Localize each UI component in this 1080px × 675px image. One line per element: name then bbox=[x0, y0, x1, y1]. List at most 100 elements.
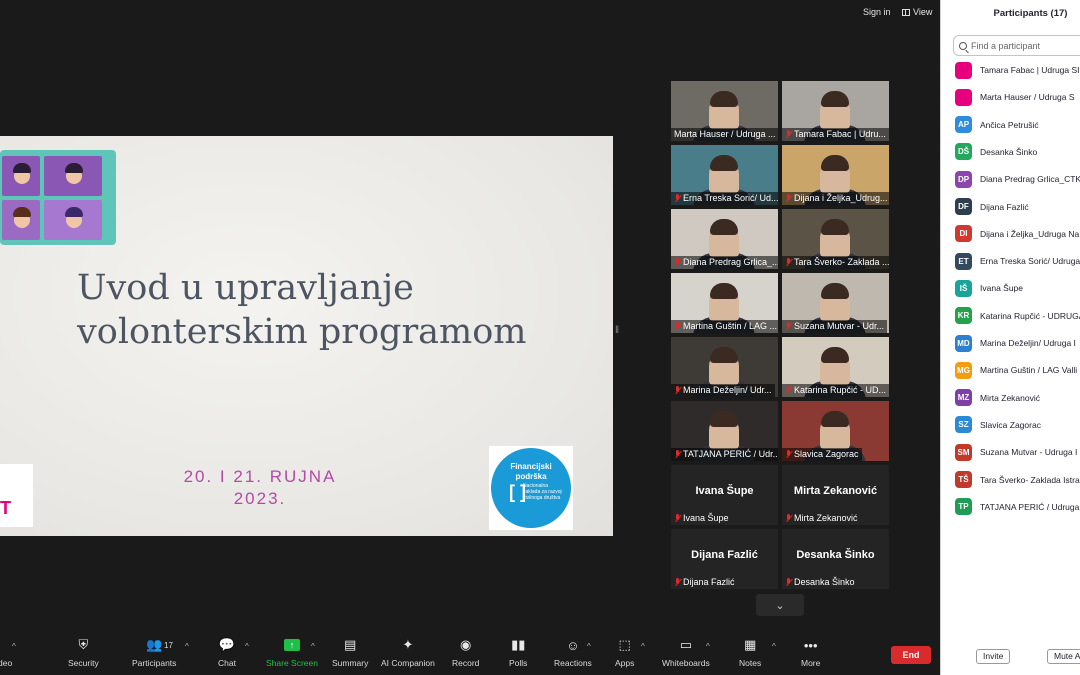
apps-caret-icon[interactable]: ^ bbox=[641, 642, 645, 651]
ai-companion-button[interactable]: ✦ AI Companion bbox=[381, 634, 435, 675]
video-tile[interactable]: Tara Šverko- Zaklada ... bbox=[782, 209, 889, 269]
camera-icon bbox=[3, 634, 7, 656]
video-tile[interactable]: Erna Treska Sorić/ Ud... bbox=[671, 145, 778, 205]
participant-row[interactable]: Marta Hauser / Udruga S bbox=[955, 88, 1074, 106]
participant-row[interactable]: ET Erna Treska Sorić/ Udruga bbox=[955, 252, 1080, 270]
participant-row[interactable]: TŠ Tara Šverko- Zaklada Istra bbox=[955, 471, 1080, 489]
participant-row[interactable]: Tamara Fabac | Udruga SI bbox=[955, 61, 1080, 79]
video-tile[interactable]: Tamara Fabac | Udru... bbox=[782, 81, 889, 141]
video-tile-label: Suzana Mutvar - Udr... bbox=[782, 320, 888, 333]
name-tile[interactable]: Desanka Šinko Desanka Šinko bbox=[782, 529, 889, 589]
view-button[interactable]: View bbox=[902, 4, 932, 20]
share-screen-button[interactable]: ↑ Share Screen bbox=[266, 634, 318, 675]
name-tile[interactable]: Dijana Fazlić Dijana Fazlić bbox=[671, 529, 778, 589]
meeting-area: Sign in View Uvod u upravljanje volonter bbox=[0, 0, 940, 675]
video-tile-label: TATJANA PERIĆ / Udr... bbox=[671, 448, 778, 461]
video-tile[interactable]: TATJANA PERIĆ / Udr... bbox=[671, 401, 778, 461]
sparkle-icon: ✦ bbox=[402, 637, 414, 652]
participant-row[interactable]: IŠ Ivana Šupe bbox=[955, 279, 1023, 297]
polls-icon: ▮▮ bbox=[511, 637, 526, 652]
participant-row[interactable]: DI Dijana i Željka_Udruga Na bbox=[955, 225, 1079, 243]
polls-label: Polls bbox=[509, 658, 528, 668]
avatar: SM bbox=[955, 443, 972, 461]
video-tile-label: Katarina Rupčić - UD... bbox=[782, 384, 889, 397]
share-caret-icon[interactable]: ^ bbox=[311, 642, 315, 651]
video-tile[interactable]: Marta Hauser / Udruga ... bbox=[671, 81, 778, 141]
reactions-caret-icon[interactable]: ^ bbox=[587, 642, 591, 651]
video-tile[interactable]: Martina Guštin / LAG ... bbox=[671, 273, 778, 333]
video-tile-label: Erna Treska Sorić/ Ud... bbox=[671, 192, 778, 205]
notes-button[interactable]: ▦ Notes bbox=[739, 634, 761, 675]
participant-head bbox=[820, 411, 850, 449]
video-button[interactable]: deo bbox=[0, 634, 12, 675]
name-tile-display-name: Dijana Fazlić bbox=[691, 549, 758, 561]
video-tile-label: Tara Šverko- Zaklada ... bbox=[782, 256, 889, 269]
participant-head bbox=[820, 347, 850, 385]
meeting-toolbar: deo ^ ⛨ Security 👥 Participants 17 ^ 💬 Chat… bbox=[0, 634, 940, 675]
video-tile[interactable]: Diana Predrag Grlica_... bbox=[671, 209, 778, 269]
participants-icon: 👥 bbox=[146, 637, 163, 652]
participant-row[interactable]: MD Marina Deželjin/ Udruga I bbox=[955, 334, 1076, 352]
participant-row[interactable]: SM Suzana Mutvar - Udruga I bbox=[955, 443, 1077, 461]
mic-muted-icon bbox=[785, 386, 792, 395]
more-button[interactable]: ••• More bbox=[801, 634, 820, 675]
video-tile[interactable]: Suzana Mutvar - Udr... bbox=[782, 273, 889, 333]
notes-caret-icon[interactable]: ^ bbox=[772, 642, 776, 651]
participant-search-input[interactable]: Find a participant bbox=[953, 35, 1080, 56]
chat-caret-icon[interactable]: ^ bbox=[245, 642, 249, 651]
apps-icon: ⬚ bbox=[618, 637, 631, 652]
summary-button[interactable]: ▤ Summary bbox=[332, 634, 368, 675]
video-tile[interactable]: Katarina Rupčić - UD... bbox=[782, 337, 889, 397]
participant-head bbox=[709, 91, 739, 129]
organizer-logo-letter: T bbox=[0, 498, 11, 518]
participant-row[interactable]: SZ Slavica Zagorac bbox=[955, 416, 1041, 434]
slide-title: Uvod u upravljanje volonterskim programo… bbox=[77, 266, 527, 354]
end-meeting-button[interactable]: End bbox=[891, 646, 931, 664]
split-handle-icon[interactable]: ‖ bbox=[615, 325, 619, 343]
video-tile-name: Martina Guštin / LAG ... bbox=[683, 321, 778, 331]
video-tile[interactable]: Slavica Zagorac bbox=[782, 401, 889, 461]
participant-row[interactable]: TP TATJANA PERIĆ / Udruga V bbox=[955, 498, 1080, 516]
video-options-caret-icon[interactable]: ^ bbox=[12, 642, 16, 651]
summary-label: Summary bbox=[332, 658, 369, 668]
invite-button[interactable]: Invite bbox=[976, 649, 1011, 664]
notes-icon: ▦ bbox=[743, 637, 757, 652]
record-icon: ◉ bbox=[460, 637, 472, 652]
participants-caret-icon[interactable]: ^ bbox=[185, 642, 189, 651]
sign-in-button[interactable]: Sign in bbox=[863, 4, 891, 20]
participant-row[interactable]: MG Martina Guštin / LAG Valli bbox=[955, 361, 1077, 379]
security-button[interactable]: ⛨ Security bbox=[68, 634, 99, 675]
participant-row[interactable]: AP Ančica Petrušić bbox=[955, 116, 1039, 134]
reactions-button[interactable]: ☺ Reactions bbox=[554, 634, 592, 675]
name-tile[interactable]: Mirta Zekanović Mirta Zekanović bbox=[782, 465, 889, 525]
chat-button[interactable]: 💬 Chat bbox=[218, 634, 236, 675]
chevron-down-icon[interactable]: ⌄ bbox=[756, 594, 804, 616]
participant-name: Tara Šverko- Zaklada Istra bbox=[980, 474, 1080, 485]
mute-all-button[interactable]: Mute A bbox=[1047, 649, 1080, 664]
apps-button[interactable]: ⬚ Apps bbox=[615, 634, 634, 675]
participant-head bbox=[709, 283, 739, 321]
mic-muted-icon bbox=[674, 322, 681, 331]
participant-name: Marta Hauser / Udruga S bbox=[980, 92, 1075, 103]
polls-button[interactable]: ▮▮ Polls bbox=[509, 634, 527, 675]
more-dots-icon: ••• bbox=[803, 637, 818, 653]
participant-name: Erna Treska Sorić/ Udruga bbox=[980, 256, 1080, 267]
record-button[interactable]: ◉ Record bbox=[452, 634, 479, 675]
video-tile-name: Suzana Mutvar - Udr... bbox=[794, 321, 885, 331]
video-tile-name: Mirta Zekanović bbox=[794, 513, 858, 523]
search-icon bbox=[959, 41, 967, 50]
video-tile[interactable]: Marina Deželjin/ Udr... bbox=[671, 337, 778, 397]
avatar: SZ bbox=[955, 416, 972, 434]
participant-row[interactable]: DP Diana Predrag Grlica_CTK bbox=[955, 170, 1080, 188]
participant-row[interactable]: DF Dijana Fazlić bbox=[955, 198, 1029, 216]
whiteboards-caret-icon[interactable]: ^ bbox=[706, 642, 710, 651]
slide-title-line-2: volonterskim programom bbox=[77, 312, 527, 352]
participant-row[interactable]: DŠ Desanka Šinko bbox=[955, 143, 1037, 161]
chat-icon: 💬 bbox=[218, 637, 236, 652]
participant-row[interactable]: MZ Mirta Zekanović bbox=[955, 389, 1040, 407]
participant-row[interactable]: KR Katarina Rupčić - UDRUGA bbox=[955, 307, 1080, 325]
name-tile[interactable]: Ivana Šupe Ivana Šupe bbox=[671, 465, 778, 525]
whiteboards-button[interactable]: ▭ Whiteboards bbox=[662, 634, 710, 675]
avatar: KR bbox=[955, 307, 972, 325]
video-tile[interactable]: Dijana i Željka_Udrug... bbox=[782, 145, 889, 205]
